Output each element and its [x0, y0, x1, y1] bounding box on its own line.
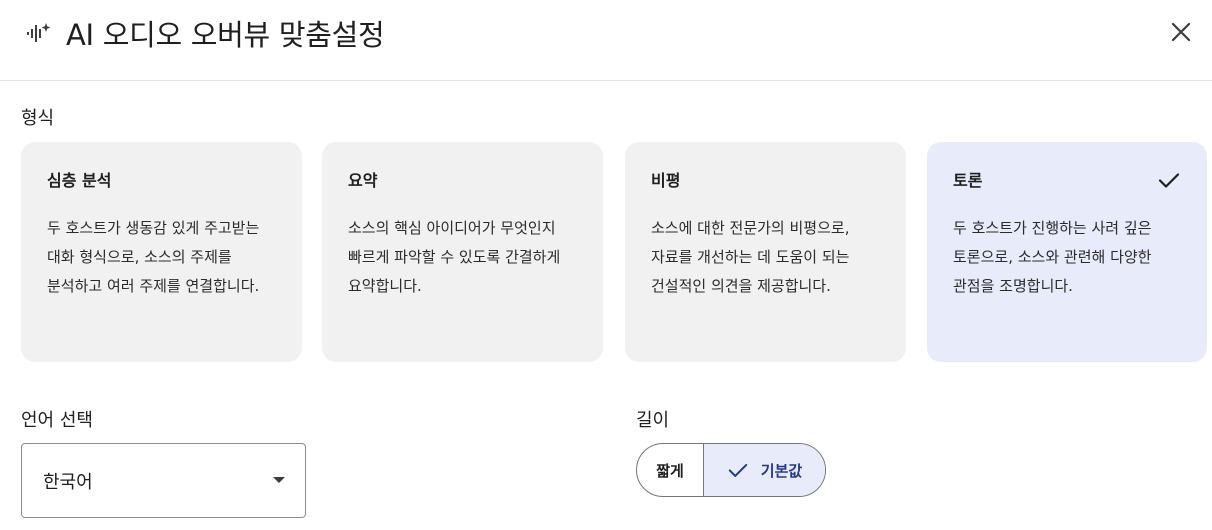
- format-card-summary[interactable]: 요약 소스의 핵심 아이디어가 무엇인지 빠르게 파악할 수 있도록 간결하게 …: [322, 142, 603, 362]
- card-description: 두 호스트가 진행하는 사려 깊은 토론으로, 소스와 관련해 다양한 관점을 …: [953, 219, 1152, 295]
- audio-sparkle-icon: [26, 20, 52, 46]
- format-label: 형식: [21, 108, 55, 129]
- card-description: 소스에 대한 전문가의 비평으로, 자료를 개선하는 데 도움이 되는 건설적인…: [651, 219, 850, 295]
- length-option-default[interactable]: 기본값: [704, 444, 825, 496]
- title-wrap: AI 오디오 오버뷰 맞춤설정: [26, 13, 385, 53]
- card-description: 두 호스트가 생동감 있게 주고받는 대화 형식으로, 소스의 주제를 분석하고…: [47, 219, 260, 295]
- dropdown-arrow-icon: [273, 477, 285, 483]
- card-description: 소스의 핵심 아이디어가 무엇인지 빠르게 파악할 수 있도록 간결하게 요약합…: [348, 219, 561, 295]
- check-icon: [728, 463, 748, 477]
- length-label: 길이: [636, 410, 670, 431]
- language-select-value: 한국어: [43, 472, 93, 493]
- format-card-debate[interactable]: 토론 두 호스트가 진행하는 사려 깊은 토론으로, 소스와 관련해 다양한 관…: [927, 142, 1207, 362]
- close-icon: [1171, 22, 1191, 42]
- card-title: 심층 분석: [47, 171, 112, 190]
- format-card-critique[interactable]: 비평 소스에 대한 전문가의 비평으로, 자료를 개선하는 데 도움이 되는 건…: [625, 142, 906, 362]
- format-card-deep-dive[interactable]: 심층 분석 두 호스트가 생동감 있게 주고받는 대화 형식으로, 소스의 주제…: [21, 142, 302, 362]
- length-option-short[interactable]: 짧게: [637, 444, 704, 496]
- card-title: 토론: [953, 171, 983, 190]
- length-option-default-label: 기본값: [760, 461, 803, 480]
- card-title: 요약: [348, 171, 378, 190]
- language-select[interactable]: 한국어: [21, 443, 306, 518]
- card-title: 비평: [651, 171, 681, 190]
- language-label: 언어 선택: [21, 410, 93, 431]
- dialog-title: AI 오디오 오버뷰 맞춤설정: [66, 18, 385, 52]
- check-icon: [1158, 173, 1180, 188]
- length-toggle: 짧게 기본값: [636, 443, 826, 497]
- close-button[interactable]: [1166, 17, 1196, 47]
- dialog-header: AI 오디오 오버뷰 맞춤설정: [0, 0, 1212, 81]
